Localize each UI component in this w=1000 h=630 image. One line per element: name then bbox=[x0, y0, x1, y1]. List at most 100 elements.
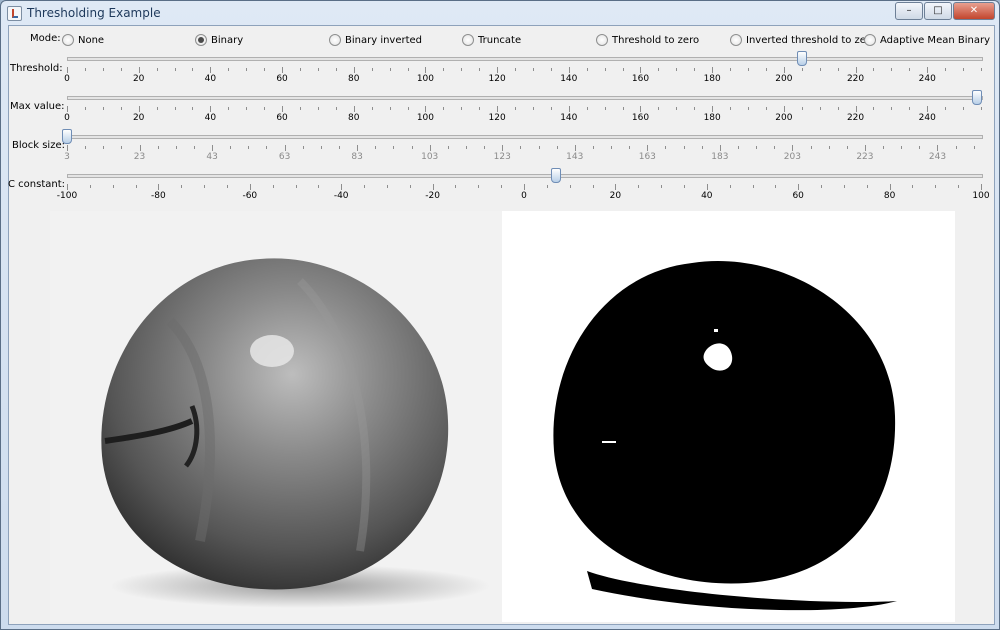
radio-none-label: None bbox=[78, 34, 105, 46]
radio-binary-inverted[interactable]: Binary inverted bbox=[329, 33, 422, 47]
block-size-minor-tick bbox=[411, 146, 413, 149]
threshold-major-tick bbox=[640, 67, 642, 73]
c-constant-minor-tick bbox=[455, 185, 457, 188]
max-value-minor-tick bbox=[801, 107, 803, 110]
block-size-minor-tick bbox=[737, 146, 739, 149]
threshold-minor-tick bbox=[228, 68, 230, 71]
threshold-tick-label: 0 bbox=[64, 74, 70, 84]
minimize-button[interactable]: – bbox=[895, 2, 923, 20]
threshold-minor-tick bbox=[84, 68, 86, 71]
block-size-tick-label: 163 bbox=[638, 152, 656, 162]
max-value-minor-tick bbox=[389, 107, 391, 110]
max-value-major-tick bbox=[210, 106, 212, 112]
threshold-major-tick bbox=[568, 67, 570, 73]
close-button[interactable]: ✕ bbox=[953, 2, 995, 20]
c-constant-major-tick bbox=[341, 184, 343, 190]
max-value-minor-tick bbox=[532, 107, 534, 110]
max-value-slider-thumb[interactable] bbox=[972, 90, 982, 105]
threshold-slider-track[interactable] bbox=[67, 57, 983, 61]
c-constant-major-tick bbox=[706, 184, 708, 190]
c-constant-minor-tick bbox=[912, 185, 914, 188]
radio-none[interactable]: None bbox=[62, 33, 104, 47]
title-bar[interactable]: Thresholding Example – □ ✕ bbox=[1, 1, 999, 25]
radio-adaptive-mean-binary-indicator bbox=[864, 34, 876, 46]
block-size-minor-tick bbox=[85, 146, 87, 149]
c-constant-minor-tick bbox=[729, 185, 731, 188]
radio-truncate[interactable]: Truncate bbox=[462, 33, 521, 47]
block-size-minor-tick bbox=[339, 146, 341, 149]
c-constant-minor-tick bbox=[569, 185, 571, 188]
image-panel bbox=[50, 211, 955, 622]
threshold-minor-tick bbox=[246, 68, 248, 71]
max-value-minor-tick bbox=[246, 107, 248, 110]
radio-binary[interactable]: Binary bbox=[195, 33, 243, 47]
max-value-slider-track[interactable] bbox=[67, 96, 983, 100]
block-size-tick-label: 83 bbox=[351, 152, 363, 162]
threshold-minor-tick bbox=[604, 68, 606, 71]
max-value-minor-tick bbox=[550, 107, 552, 110]
threshold-slider-row: Threshold: 0 20 40 60 80 100 120 140 160 180 200 22… bbox=[9, 51, 994, 89]
max-value-tick-label: 0 bbox=[64, 113, 70, 123]
threshold-tick-label: 180 bbox=[703, 74, 721, 84]
block-size-slider-thumb[interactable] bbox=[62, 129, 72, 144]
radio-adaptive-mean-binary-label: Adaptive Mean Binary bbox=[880, 34, 990, 46]
block-size-minor-tick bbox=[774, 146, 776, 149]
block-size-minor-tick bbox=[592, 146, 594, 149]
threshold-minor-tick bbox=[317, 68, 319, 71]
threshold-minor-tick bbox=[873, 68, 875, 71]
threshold-minor-tick bbox=[299, 68, 301, 71]
block-size-minor-tick bbox=[266, 146, 268, 149]
c-constant-slider-thumb[interactable] bbox=[550, 168, 561, 183]
mode-label: Mode: bbox=[30, 33, 61, 44]
c-constant-tick-label: 20 bbox=[609, 191, 622, 201]
c-constant-minor-tick bbox=[638, 185, 640, 188]
block-size-tick-label: 63 bbox=[278, 152, 291, 162]
block-size-tick-label: 183 bbox=[711, 152, 729, 162]
radio-adaptive-mean-binary[interactable]: Adaptive Mean Binary bbox=[864, 33, 990, 47]
max-value-major-tick bbox=[568, 106, 570, 112]
c-constant-minor-tick bbox=[318, 185, 320, 188]
threshold-label: Threshold: bbox=[10, 63, 63, 74]
radio-truncate-indicator bbox=[462, 34, 474, 46]
threshold-tick-label: 100 bbox=[416, 74, 435, 84]
c-constant-tick-label: -80 bbox=[151, 191, 166, 201]
block-size-major-tick bbox=[719, 145, 721, 151]
block-size-minor-tick bbox=[810, 146, 812, 149]
max-value-minor-tick bbox=[335, 107, 337, 110]
radio-threshold-to-zero[interactable]: Threshold to zero bbox=[596, 33, 699, 47]
block-size-minor-tick bbox=[193, 146, 195, 149]
threshold-major-tick bbox=[210, 67, 212, 73]
c-constant-minor-tick bbox=[181, 185, 183, 188]
max-value-tick-label: 160 bbox=[631, 113, 650, 123]
c-constant-tick-label: 100 bbox=[972, 191, 990, 201]
block-size-minor-tick bbox=[665, 146, 667, 149]
grayscale-apple-image bbox=[50, 211, 502, 622]
threshold-slider-thumb[interactable] bbox=[796, 51, 807, 66]
c-constant-slider-track[interactable] bbox=[67, 174, 983, 178]
c-constant-major-tick bbox=[615, 184, 617, 190]
max-value-major-tick bbox=[282, 106, 284, 112]
max-value-minor-tick bbox=[765, 107, 767, 110]
threshold-minor-tick bbox=[515, 68, 517, 71]
block-size-minor-tick bbox=[683, 146, 685, 149]
c-constant-major-tick bbox=[889, 184, 891, 190]
threshold-minor-tick bbox=[837, 68, 839, 71]
threshold-major-tick bbox=[927, 67, 929, 73]
c-constant-minor-tick bbox=[935, 185, 937, 188]
max-value-minor-tick bbox=[102, 107, 104, 110]
c-constant-minor-tick bbox=[546, 185, 548, 188]
threshold-major-tick bbox=[282, 67, 284, 73]
max-value-tick-label: 20 bbox=[132, 113, 145, 123]
max-value-tick-label: 60 bbox=[276, 113, 288, 123]
block-size-minor-tick bbox=[103, 146, 105, 149]
threshold-minor-tick bbox=[120, 68, 122, 71]
maximize-button[interactable]: □ bbox=[924, 2, 952, 20]
block-size-minor-tick bbox=[157, 146, 159, 149]
max-value-minor-tick bbox=[730, 107, 732, 110]
threshold-minor-tick bbox=[443, 68, 445, 71]
block-size-slider-track[interactable] bbox=[67, 135, 983, 139]
radio-binary-inverted-indicator bbox=[329, 34, 341, 46]
threshold-minor-tick bbox=[748, 68, 750, 71]
c-constant-tick-label: -100 bbox=[56, 191, 78, 201]
radio-inverted-threshold-to-zero[interactable]: Inverted threshold to zero bbox=[730, 33, 876, 47]
